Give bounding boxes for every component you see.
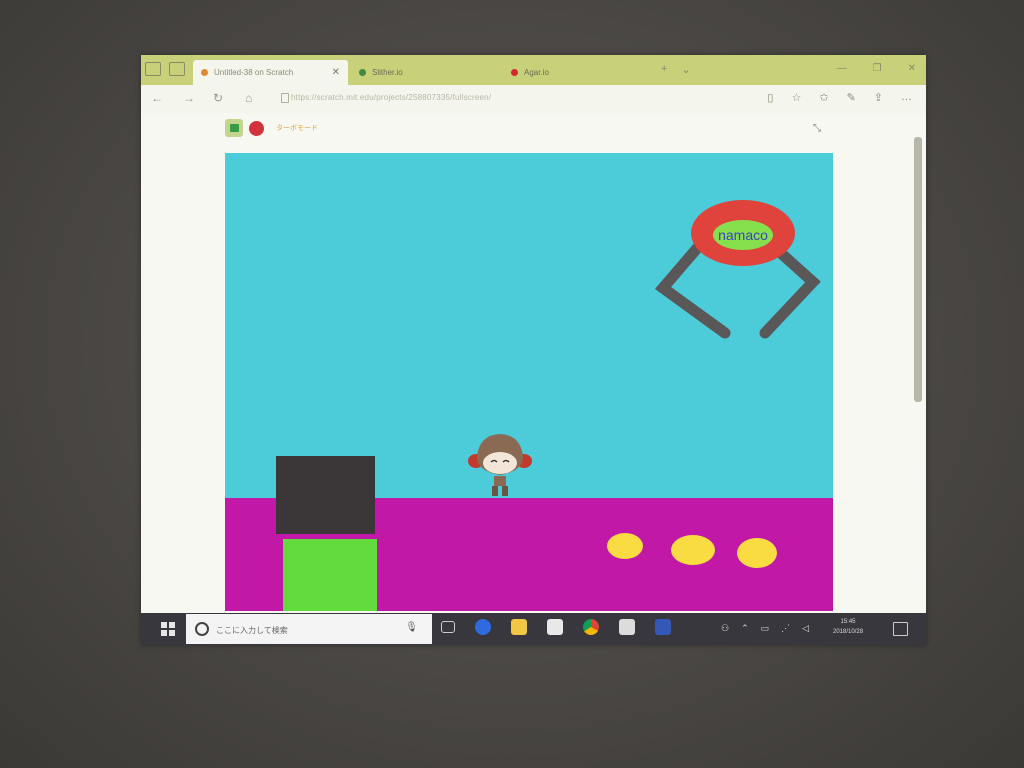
microphone-icon[interactable]: 🎙 [405,622,418,633]
new-tab-group: + ⌄ [661,63,691,76]
green-block-sprite [283,539,377,611]
browser-tab-bar: Untitled-38 on Scratch ✕ Slither.io Agar… [141,55,926,85]
player-controls: ターボモード [225,119,318,137]
green-flag-button[interactable] [225,119,243,137]
scratch-stage[interactable]: namaco [225,153,833,611]
back-icon[interactable]: ← [151,91,163,105]
close-window-icon[interactable]: ✕ [908,63,916,74]
coin-sprite [607,533,643,559]
edge-browser-icon[interactable] [475,619,491,635]
tab-agar[interactable]: Agar.io [503,60,653,85]
coin-sprite [671,535,715,565]
projected-screen: Untitled-38 on Scratch ✕ Slither.io Agar… [141,55,926,645]
green-flag-icon [229,124,239,132]
refresh-icon[interactable]: ↻ [213,91,223,105]
maximize-icon[interactable]: ❐ [873,63,882,74]
store-icon[interactable] [547,619,563,635]
exit-fullscreen-icon[interactable]: ⤡ [813,123,821,134]
tab-actions [145,62,185,76]
url-field[interactable]: https://scratch.mit.edu/projects/2588073… [291,93,491,102]
system-tray: ⚇ ⌃ ▭ ⋰ ◁ [721,623,809,634]
windows-taskbar: ここに入力して検索 🎙 ⚇ ⌃ ▭ ⋰ ◁ 15:45 2018/10/28 [141,613,926,645]
network-icon[interactable]: ⋰ [781,623,790,634]
search-placeholder: ここに入力して検索 [216,626,288,635]
dark-block-sprite [276,456,375,534]
browser-address-bar: ← → ↻ ⌂ https://scratch.mit.edu/projects… [141,85,926,113]
battery-icon[interactable]: ▭ [761,623,770,634]
more-menu-icon[interactable]: … [901,91,912,104]
file-explorer-icon[interactable] [511,619,527,635]
show-hidden-icons-chevron-icon[interactable]: ⌃ [741,623,749,634]
clock-date: 2018/10/28 [833,629,864,635]
action-center-icon[interactable] [893,622,908,636]
volume-icon[interactable]: ◁ [802,623,809,634]
tab-label: Agar.io [524,68,549,77]
forward-icon[interactable]: → [183,91,195,105]
close-tab-icon[interactable]: ✕ [332,67,340,78]
coin-sprite [737,538,777,568]
reading-view-icon[interactable]: ▯ [767,91,773,104]
favorite-star-icon[interactable]: ☆ [791,91,801,104]
mail-icon[interactable] [619,619,635,635]
page-scrollbar[interactable] [914,137,922,402]
cortana-icon [195,622,209,636]
new-tab-icon[interactable]: + [661,63,667,76]
turbo-mode-label: ターボモード [276,125,318,132]
window-controls: — ❐ ✕ [837,63,916,74]
tab-scratch[interactable]: Untitled-38 on Scratch ✕ [193,60,348,85]
lock-icon [281,93,289,103]
scratch-icon [201,69,208,76]
tab-list-chevron-icon[interactable]: ⌄ [681,63,690,76]
taskbar-apps [441,619,671,635]
stop-button[interactable] [249,120,264,136]
windows-start-icon[interactable] [161,622,175,636]
chrome-icon[interactable] [583,619,599,635]
claw-sprite: namaco [655,200,821,339]
monkey-character-sprite [468,434,532,496]
tab-label: Slither.io [372,68,403,77]
notes-pen-icon[interactable]: ✎ [847,91,856,104]
app-icon[interactable] [655,619,671,635]
taskbar-clock[interactable]: 15:45 2018/10/28 [833,617,863,637]
tab-label: Untitled-38 on Scratch [214,68,294,77]
taskbar-search-box[interactable]: ここに入力して検索 🎙 [186,614,432,644]
clock-time: 15:45 [840,619,856,625]
slither-icon [359,69,366,76]
toolbar-icons: ▯ ☆ ✩ ✎ ⇪ … [767,91,912,104]
tab-preview-icon[interactable] [169,62,185,76]
claw-label: namaco [718,227,768,243]
minimize-icon[interactable]: — [837,63,847,74]
home-icon[interactable]: ⌂ [245,91,252,105]
task-view-icon[interactable] [441,621,455,633]
set-aside-tabs-icon[interactable] [145,62,161,76]
people-icon[interactable]: ⚇ [721,623,729,634]
favorites-hub-icon[interactable]: ✩ [819,91,828,104]
agar-icon [511,69,518,76]
tab-slither[interactable]: Slither.io [351,60,501,85]
share-icon[interactable]: ⇪ [874,91,883,104]
